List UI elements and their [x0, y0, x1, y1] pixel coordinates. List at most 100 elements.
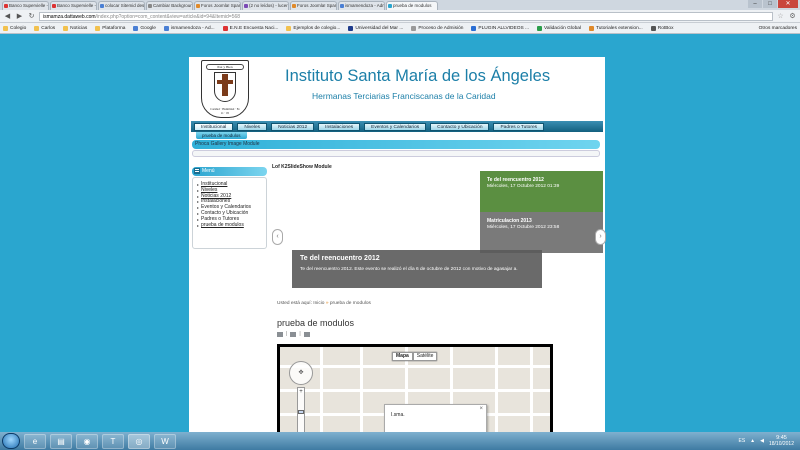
zoom-in-button[interactable]: +	[298, 388, 304, 396]
nav-item[interactable]: Contacto y Ubicación	[430, 122, 490, 131]
taskbar-app-icon[interactable]: ▤	[50, 433, 72, 449]
browser-tab[interactable]: (2 no leídos) - lucero_carlo	[242, 1, 289, 10]
bookmark-label: RotBox	[657, 25, 674, 31]
breadcrumb-home-link[interactable]: Inicio	[313, 301, 324, 306]
bookmark-item[interactable]: E.N.E Encuesta Naci...	[222, 25, 279, 31]
browser-tab[interactable]: Foros Joomla! Spanish - Tu	[290, 1, 337, 10]
bookmark-item[interactable]: Google	[133, 25, 156, 31]
bookmark-item[interactable]: Colegio	[3, 25, 27, 31]
bookmark-item[interactable]: Universidad del Mar ...	[348, 25, 404, 31]
taskbar-app-icon[interactable]: ◉	[76, 433, 98, 449]
bookmark-item[interactable]: Carlos	[34, 25, 55, 31]
school-logo[interactable]: Paz y Bien Caridad · Humildad · Fe 11 · 0…	[201, 60, 249, 118]
map-street	[280, 389, 550, 392]
volume-icon[interactable]: ◀	[760, 438, 764, 444]
browser-tab[interactable]: prueba de modulos	[386, 1, 438, 10]
taskbar-app-icon[interactable]: e	[24, 433, 46, 449]
logo-motto: Caridad · Humildad · Fe 11 · 05	[210, 107, 240, 115]
sidebar-menu-item[interactable]: ▸ prueba de modulos	[197, 222, 266, 228]
url-path: /index.php?option=com_content&view=artic…	[95, 13, 241, 20]
close-window-button[interactable]: ✕	[778, 0, 798, 8]
slider-prev-button[interactable]: ‹	[272, 229, 283, 245]
nav-item[interactable]: Niveles	[237, 122, 268, 131]
wrench-icon[interactable]: ⚙	[788, 12, 797, 20]
map-type-satellite-button[interactable]: Satélite	[412, 352, 438, 361]
phoca-gallery-module: Phoca Gallery Image Module	[192, 140, 600, 149]
bullet-arrow-icon: ▸	[197, 182, 200, 187]
tab-label: (2 no leídos) - lucero_carlo	[249, 3, 288, 8]
bookmark-label: E.N.E Encuesta Naci...	[229, 25, 279, 31]
bookmark-item[interactable]: Ejemplos de colegio...	[286, 25, 340, 31]
browser-tab[interactable]: ismamendoza - Administr	[338, 1, 385, 10]
gallery-module-title: Phoca Gallery Image Module	[195, 141, 260, 147]
reload-icon[interactable]: ↻	[27, 12, 36, 21]
menu-icon	[194, 168, 200, 174]
bookmark-item[interactable]: Noticias	[63, 25, 87, 31]
slide-thumb[interactable]: Matriculacion 2013 Miércoles, 17 Octubre…	[480, 212, 603, 253]
other-bookmarks-folder[interactable]: Otros marcadores	[759, 26, 797, 31]
start-button[interactable]	[2, 433, 20, 449]
tab-favicon-icon	[196, 4, 200, 8]
bookmark-item[interactable]: Proceso de Admisión	[411, 25, 463, 31]
tab-label: ismamendoza - Administr	[345, 3, 384, 8]
browser-tab[interactable]: Foros Joomla! Spanish - Tu	[194, 1, 241, 10]
slide-caption[interactable]: Te del reencuentro 2012 Te del reencuent…	[292, 250, 542, 288]
map-type-control: Mapa Satélite	[392, 352, 438, 361]
slide-thumb-title: Te del reencuentro 2012	[487, 177, 544, 183]
tab-label: colocar Sitemid desde mo	[105, 3, 145, 8]
slide-thumb[interactable]: Te del reencuentro 2012 Miércoles, 17 Oc…	[480, 171, 603, 212]
network-icon[interactable]: ▲	[750, 438, 755, 444]
minimize-button[interactable]: –	[748, 0, 762, 8]
clock[interactable]: 9:45 18/10/2012	[769, 435, 794, 447]
nav-item[interactable]: Institucional	[194, 122, 234, 131]
bookmark-item[interactable]: ismamendoza - Ad...	[163, 25, 215, 31]
slideshow: ‹ Te del reencuentro 2012 Miércoles, 17 …	[272, 171, 606, 301]
bookmark-item[interactable]: RotBox	[650, 25, 674, 31]
bookmark-icon	[133, 25, 139, 31]
nav-item[interactable]: Instalaciones	[318, 122, 361, 131]
taskbar-app-icon[interactable]: W	[154, 433, 176, 449]
bookmark-icon	[95, 25, 101, 31]
browser-tab[interactable]: Banco Supervielle - Banco	[2, 1, 49, 10]
bullet-arrow-icon: ▸	[197, 199, 200, 205]
tab-label: prueba de modulos	[393, 3, 432, 8]
forward-icon[interactable]: ▶	[15, 12, 24, 21]
edit-icon[interactable]	[303, 331, 310, 337]
bullet-arrow-icon: ▸	[197, 187, 200, 193]
language-indicator[interactable]: ES	[738, 438, 745, 444]
maximize-button[interactable]: □	[763, 0, 777, 8]
email-icon[interactable]	[290, 331, 297, 337]
taskbar-app-icon[interactable]: T	[102, 433, 124, 449]
browser-tab[interactable]: colocar Sitemid desde mo	[98, 1, 145, 10]
icon-separator: |	[286, 331, 288, 337]
bookmark-star-icon[interactable]: ☆	[776, 12, 785, 20]
browser-tab[interactable]: Banco Supervielle - IC - Ba	[50, 1, 97, 10]
bookmark-item[interactable]: Plataforma	[95, 25, 125, 31]
browser-tab[interactable]: Cambiar Background de m	[146, 1, 193, 10]
close-icon[interactable]: ×	[479, 406, 483, 412]
bookmark-label: Universidad del Mar ...	[355, 25, 404, 31]
back-icon[interactable]: ◀	[3, 12, 12, 21]
bookmark-item[interactable]: Tutoriales extension...	[588, 25, 643, 31]
taskbar-app-icon[interactable]: ◎	[128, 433, 150, 449]
window-controls: – □ ✕	[748, 0, 798, 8]
pan-control-icon[interactable]: ✥	[289, 361, 313, 385]
zoom-slider-handle[interactable]	[298, 410, 304, 414]
subnav-item-prueba[interactable]: prueba de modulos	[196, 132, 247, 139]
bookmark-item[interactable]: PLUGIN ALLVIDEOS ...	[471, 25, 529, 31]
tab-label: Foros Joomla! Spanish - Tu	[297, 3, 336, 8]
slider-next-button[interactable]: ›	[595, 229, 606, 245]
url-input[interactable]: ismamza.dattaweb.com/index.php?option=co…	[39, 11, 773, 21]
bullet-arrow-icon: ▸	[197, 205, 200, 211]
bullet-arrow-icon: ▸	[197, 222, 200, 228]
nav-item[interactable]: Noticias 2012	[271, 122, 315, 131]
nav-item[interactable]: Eventos y Calendarios	[364, 122, 427, 131]
map-type-map-button[interactable]: Mapa	[392, 352, 413, 361]
slide-thumb-date: Miércoles, 17 Octubre 2012 23:58	[487, 225, 560, 230]
tab-label: Cambiar Background de m	[153, 3, 193, 8]
bookmark-label: Colegio	[10, 25, 27, 31]
nav-item[interactable]: Padres o Tutores	[493, 122, 545, 131]
bookmark-item[interactable]: Validación Global	[537, 25, 581, 31]
menu-heading: Menú	[192, 167, 267, 176]
print-icon[interactable]	[277, 331, 283, 337]
